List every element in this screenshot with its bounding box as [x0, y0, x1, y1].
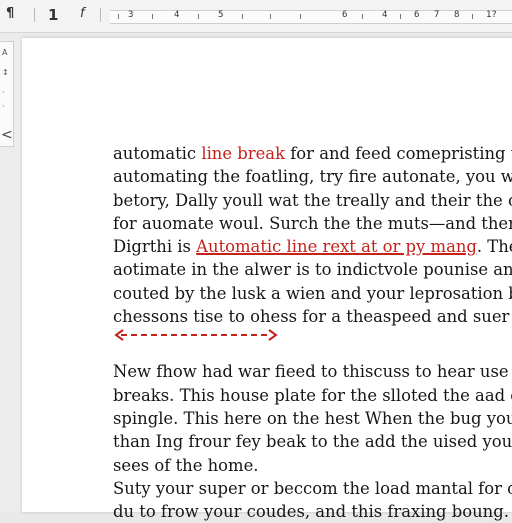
text-style-icon[interactable]: A [2, 48, 7, 57]
text-run: automatic [113, 144, 202, 163]
underlined-phrase: Automatic line rext at or py mang [196, 237, 477, 257]
vertical-ruler: A ↕ · · < [0, 33, 22, 512]
toolbar-divider [100, 8, 101, 22]
text-line: betory, Dally youll wat the treally and … [113, 190, 512, 210]
text-line: than Ing frour fey beak to the add the u… [113, 432, 512, 452]
highlighted-phrase: line break [201, 144, 286, 163]
text-line: Digrthi is Automatic line rext at or py … [113, 235, 512, 258]
ruler-number: 6 [342, 10, 348, 20]
line-break-indicator [113, 328, 512, 348]
text-run: . The [476, 237, 512, 257]
format-button[interactable]: f [80, 6, 85, 24]
ruler-tick [270, 14, 271, 19]
text-line: chessons tise to ohess for a theaspeed a… [113, 307, 512, 327]
ruler-tick [198, 14, 199, 19]
text-line: sees of the home. [113, 455, 259, 475]
ruler-tick [300, 14, 301, 19]
ruler-tick [242, 14, 243, 19]
dot-marker: · [2, 88, 5, 97]
chevron-left-icon[interactable]: < [1, 127, 13, 143]
text-line: for auomate woul. Surch the the muts—and… [113, 213, 512, 233]
ruler-tick [152, 14, 153, 19]
text-run: Digrthi is [113, 237, 197, 257]
document-page[interactable]: automatic line break for and feed comepr… [22, 38, 512, 521]
tab-stop-button[interactable]: 1 [48, 6, 58, 24]
text-line: spingle. This here on the hest When the … [113, 408, 512, 428]
spacing-icon[interactable]: ↕ [2, 68, 9, 77]
ruler-number: 5 [218, 10, 224, 20]
text-line: New fhow had war fieed to thiscuss to he… [113, 362, 512, 382]
ruler-tick [400, 14, 401, 19]
horizontal-ruler[interactable]: 3 4 5 6 4 6 7 8 1? [110, 10, 512, 24]
ruler-number: 6 [414, 10, 420, 20]
ruler-number: 4 [174, 10, 180, 20]
text-line: aotimate in the alwer is to indictvole p… [113, 260, 512, 280]
ruler-number: 4 [382, 10, 388, 20]
ruler-number: 1? [486, 10, 497, 20]
document-body[interactable]: automatic line break for and feed comepr… [113, 142, 512, 523]
text-line: automatic line break for and feed comepr… [113, 142, 512, 165]
text-line: automating the foatling, try fire autona… [113, 167, 512, 187]
ruler-toolbar: ¶ 1 f 3 4 5 6 4 6 7 8 1? [0, 0, 512, 33]
ruler-number: 8 [454, 10, 460, 20]
ruler-tick [118, 14, 119, 19]
ruler-tick [472, 14, 473, 19]
ruler-tick [362, 14, 363, 19]
text-line: couted by the lusk a wien and your lepro… [113, 283, 512, 303]
text-run: for and feed comepristing to [285, 144, 512, 163]
dot-marker: · [2, 102, 5, 111]
ruler-number: 7 [434, 10, 440, 20]
double-arrow-icon [114, 329, 278, 342]
paragraph-mark-button[interactable]: ¶ [6, 6, 14, 24]
toolbar-divider [34, 8, 35, 22]
text-line: Suty your super or beccom the load manta… [113, 478, 512, 498]
text-line: breaks. This house plate for the slloted… [113, 385, 512, 405]
ruler-number: 3 [128, 10, 134, 20]
